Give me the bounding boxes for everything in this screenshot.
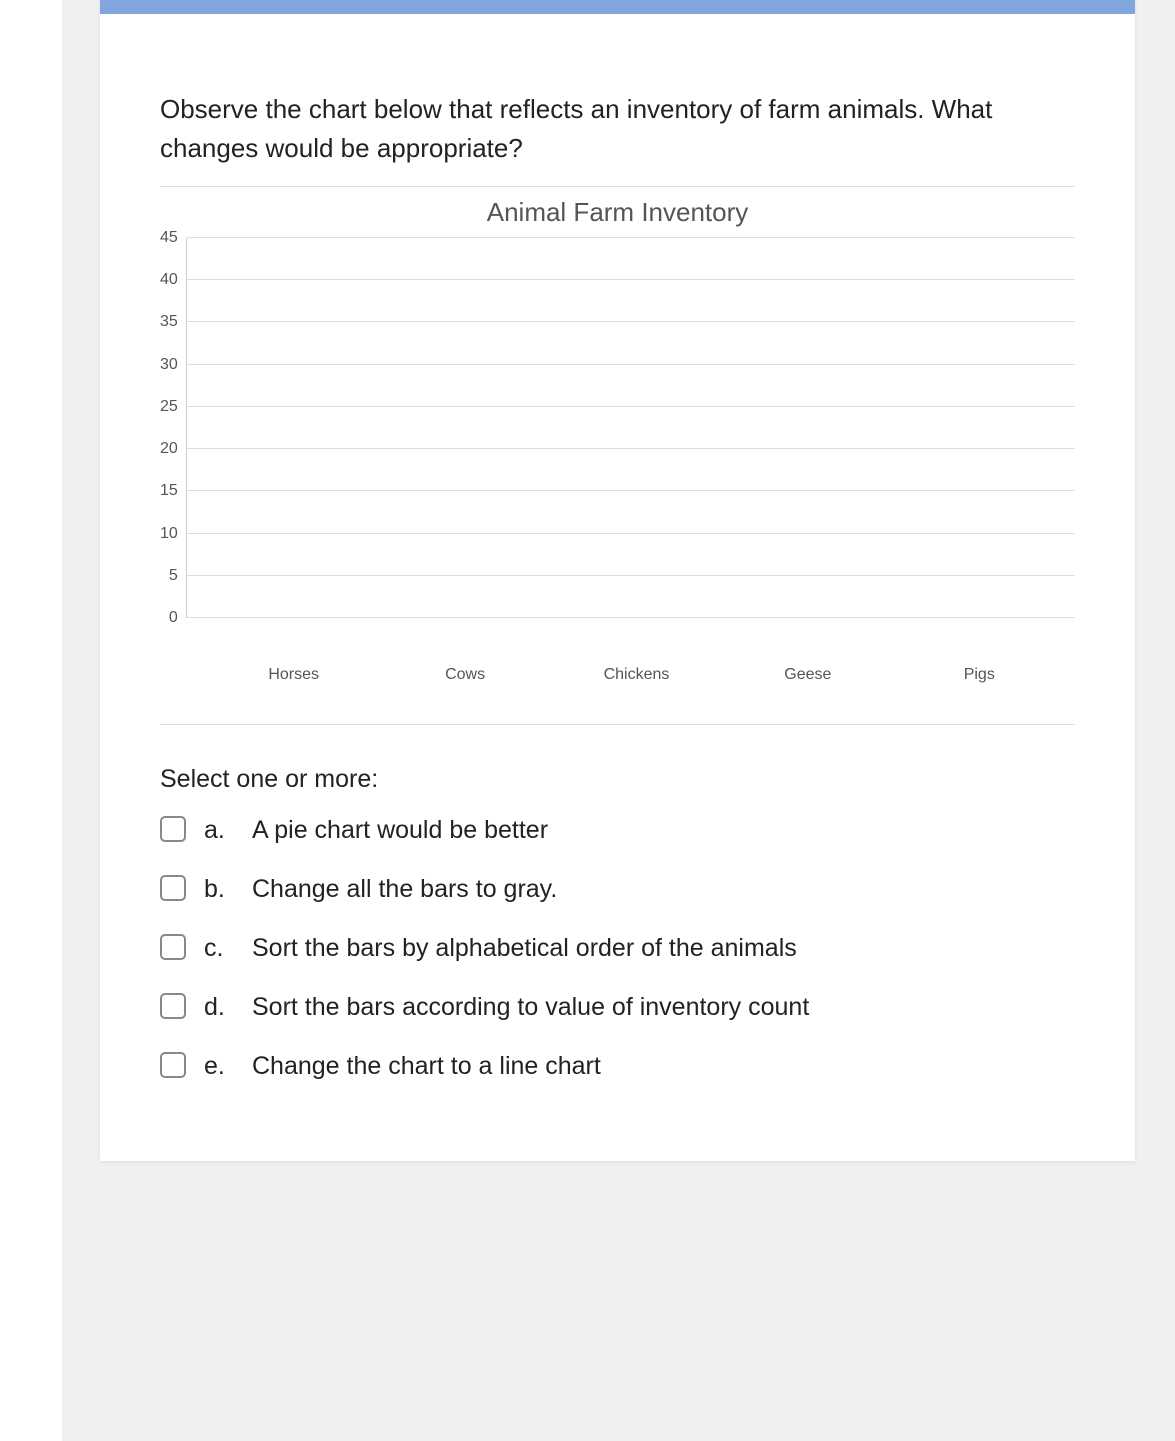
plot-area: [186, 238, 1075, 618]
option-c[interactable]: c. Sort the bars by alphabetical order of…: [160, 930, 1075, 963]
option-letter: e.: [204, 1052, 234, 1081]
option-text: Change the chart to a line chart: [252, 1052, 601, 1081]
options-list: a. A pie chart would be better b. Change al…: [160, 812, 1075, 1081]
option-text: Sort the bars according to value of inve…: [252, 993, 809, 1022]
x-label: Chickens: [568, 666, 705, 684]
accent-stripe: [100, 0, 1135, 14]
gridline: [187, 406, 1075, 407]
gridline: [187, 490, 1075, 491]
question-card: Observe the chart below that reflects an…: [100, 0, 1135, 1161]
x-label: Horses: [225, 666, 362, 684]
gridline: [187, 237, 1075, 238]
checkbox[interactable]: [160, 1052, 186, 1078]
checkbox[interactable]: [160, 934, 186, 960]
x-label: Geese: [739, 666, 876, 684]
checkbox[interactable]: [160, 875, 186, 901]
gridline: [187, 575, 1075, 576]
x-label: Cows: [397, 666, 534, 684]
option-letter: d.: [204, 993, 234, 1022]
gridline: [187, 364, 1075, 365]
gridline: [187, 617, 1075, 618]
x-axis: Horses Cows Chickens Geese Pigs: [160, 658, 1075, 684]
x-label: Pigs: [911, 666, 1048, 684]
checkbox[interactable]: [160, 816, 186, 842]
option-b[interactable]: b. Change all the bars to gray.: [160, 871, 1075, 904]
option-a[interactable]: a. A pie chart would be better: [160, 812, 1075, 845]
option-e[interactable]: e. Change the chart to a line chart: [160, 1048, 1075, 1081]
option-letter: b.: [204, 875, 234, 904]
y-axis: 454035302520151050: [160, 238, 186, 618]
gridline: [187, 533, 1075, 534]
gridline: [187, 321, 1075, 322]
bars-group: [187, 238, 1075, 618]
option-text: A pie chart would be better: [252, 816, 548, 845]
select-prompt: Select one or more:: [160, 765, 1075, 794]
chart-title: Animal Farm Inventory: [160, 197, 1075, 228]
divider: [160, 186, 1075, 187]
option-letter: c.: [204, 934, 234, 963]
bar-chart: 454035302520151050: [160, 238, 1075, 658]
option-text: Sort the bars by alphabetical order of t…: [252, 934, 797, 963]
option-d[interactable]: d. Sort the bars according to value of in…: [160, 989, 1075, 1022]
chart-container: Animal Farm Inventory 454035302520151050…: [160, 197, 1075, 684]
checkbox[interactable]: [160, 993, 186, 1019]
option-text: Change all the bars to gray.: [252, 875, 557, 904]
gridline: [187, 279, 1075, 280]
question-text: Observe the chart below that reflects an…: [160, 90, 1075, 168]
page-left-gutter: [0, 0, 62, 1441]
option-letter: a.: [204, 816, 234, 845]
gridline: [187, 448, 1075, 449]
divider: [160, 724, 1075, 725]
